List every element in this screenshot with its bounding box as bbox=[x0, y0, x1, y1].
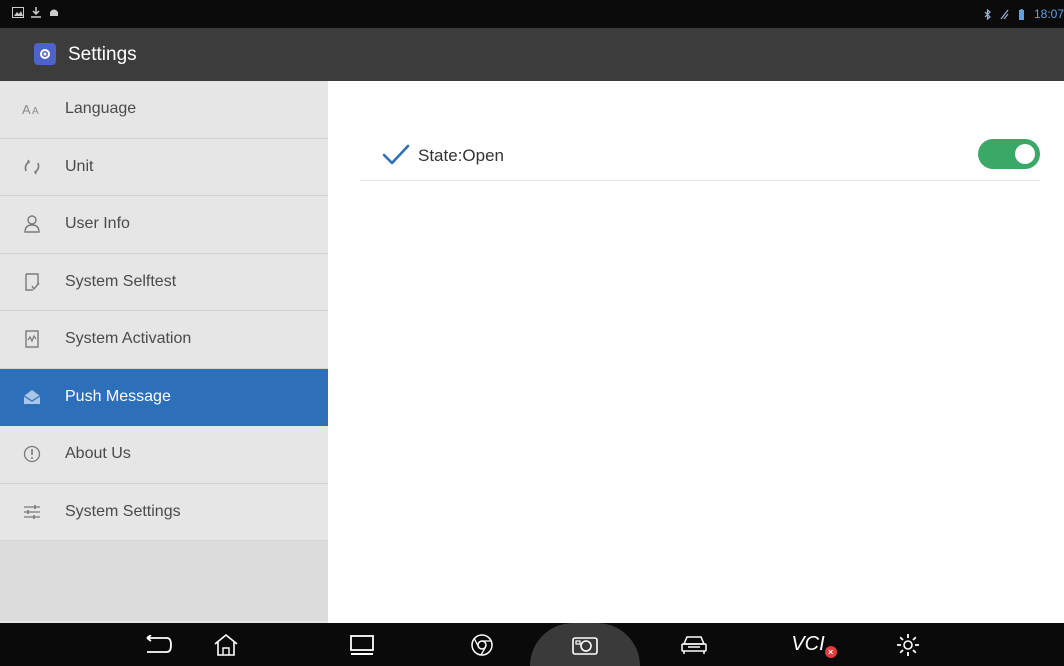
sidebar-item-label: User Info bbox=[65, 215, 130, 233]
browser-button[interactable] bbox=[456, 623, 508, 666]
bottom-nav-bar: VCI × bbox=[0, 623, 1064, 666]
android-icon bbox=[50, 9, 58, 16]
language-icon: AA bbox=[22, 99, 42, 119]
sidebar-item-label: Push Message bbox=[65, 387, 171, 405]
state-label: State:Open bbox=[418, 146, 505, 165]
battery-icon bbox=[1018, 8, 1024, 20]
sidebar: AA Language Unit User Info System Selfte… bbox=[0, 81, 328, 623]
back-button[interactable] bbox=[132, 623, 184, 666]
browser-icon bbox=[471, 633, 493, 656]
sidebar-item-system-selftest[interactable]: System Selftest bbox=[0, 254, 328, 311]
user-icon bbox=[22, 214, 42, 234]
push-state-row: State:Open bbox=[360, 129, 1040, 181]
bluetooth-icon bbox=[984, 8, 991, 20]
settings-button[interactable] bbox=[882, 623, 934, 666]
message-icon bbox=[22, 387, 42, 407]
sidebar-item-label: Language bbox=[65, 100, 137, 118]
recents-icon bbox=[350, 634, 374, 655]
sidebar-empty-area bbox=[0, 541, 328, 621]
vci-icon: VCI × bbox=[791, 633, 837, 658]
vci-button[interactable]: VCI × bbox=[778, 623, 838, 666]
info-icon bbox=[22, 444, 42, 464]
sidebar-item-unit[interactable]: Unit bbox=[0, 139, 328, 196]
sidebar-item-label: System Selftest bbox=[65, 272, 177, 290]
activation-icon bbox=[22, 329, 42, 349]
sidebar-item-label: System Activation bbox=[65, 330, 192, 348]
settings-app-icon bbox=[34, 43, 56, 65]
home-button[interactable] bbox=[200, 623, 252, 666]
sidebar-item-language[interactable]: AA Language bbox=[0, 81, 328, 139]
svg-text:A: A bbox=[32, 106, 39, 116]
sidebar-item-system-activation[interactable]: System Activation bbox=[0, 311, 328, 369]
sidebar-item-user-info[interactable]: User Info bbox=[0, 196, 328, 254]
sidebar-item-system-settings[interactable]: System Settings bbox=[0, 484, 328, 541]
sidebar-item-label: System Settings bbox=[65, 502, 181, 520]
svg-text:A: A bbox=[22, 102, 31, 116]
sidebar-item-about-us[interactable]: About Us bbox=[0, 426, 328, 484]
signal-icon bbox=[1000, 9, 1009, 19]
image-icon bbox=[12, 7, 24, 18]
status-right-icons: 18:07 bbox=[983, 7, 1064, 21]
main-panel: State:Open bbox=[328, 81, 1064, 623]
toggle-knob bbox=[1015, 144, 1035, 164]
app-header: Settings bbox=[0, 28, 1064, 81]
car-icon bbox=[681, 635, 707, 654]
status-time: 18:07 bbox=[1033, 7, 1064, 21]
sidebar-item-push-message[interactable]: Push Message bbox=[0, 368, 328, 426]
page-title: Settings bbox=[68, 44, 137, 65]
camera-icon bbox=[572, 636, 598, 655]
status-left-icons bbox=[12, 7, 60, 18]
gear-icon bbox=[897, 633, 919, 656]
sidebar-item-label: Unit bbox=[65, 157, 94, 175]
check-icon bbox=[382, 144, 410, 165]
back-icon bbox=[146, 634, 172, 653]
selftest-icon bbox=[22, 272, 42, 292]
sidebar-item-label: About Us bbox=[65, 445, 131, 463]
push-message-toggle[interactable] bbox=[978, 139, 1040, 169]
vci-label: VCI bbox=[791, 633, 825, 655]
download-icon bbox=[31, 7, 41, 18]
vci-disconnected-icon: × bbox=[824, 646, 837, 658]
recents-button[interactable] bbox=[336, 623, 388, 666]
unit-icon bbox=[22, 157, 42, 177]
status-bar: 18:07 bbox=[0, 0, 1064, 28]
car-button[interactable] bbox=[668, 623, 720, 666]
home-icon bbox=[214, 633, 238, 656]
sliders-icon bbox=[22, 502, 42, 522]
camera-button[interactable] bbox=[559, 623, 611, 666]
